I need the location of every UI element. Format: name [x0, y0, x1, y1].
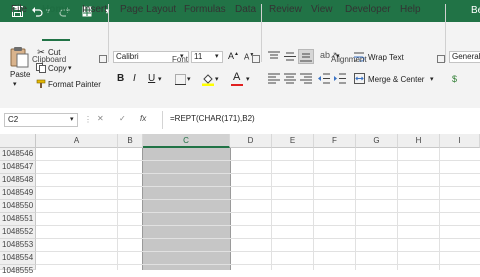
- gridline: [36, 199, 480, 200]
- number-format-combo[interactable]: General: [449, 51, 480, 63]
- tab-file[interactable]: File: [11, 4, 27, 15]
- paste-button[interactable]: [8, 46, 30, 68]
- font-group-label: Font: [172, 55, 189, 64]
- merge-center-icon[interactable]: [354, 73, 365, 84]
- account-name[interactable]: Be: [471, 5, 480, 16]
- font-size-dropdown-icon[interactable]: ▾: [215, 52, 219, 60]
- italic-button[interactable]: I: [133, 73, 136, 84]
- alignment-group-label: Alignment: [331, 55, 367, 64]
- name-box[interactable]: C2: [4, 113, 78, 127]
- font-color-button[interactable]: A: [233, 71, 240, 83]
- column-header-g[interactable]: G: [356, 134, 398, 148]
- clipboard-group-label: Clipboard: [32, 55, 67, 64]
- align-right-icon[interactable]: [300, 73, 312, 84]
- name-box-dropdown-icon[interactable]: ▾: [70, 115, 74, 123]
- copy-dropdown-icon[interactable]: ▾: [68, 64, 72, 72]
- tab-view[interactable]: View: [311, 4, 333, 15]
- alignment-dialog-launcher[interactable]: [437, 55, 445, 63]
- tab-formulas[interactable]: Formulas: [184, 4, 226, 15]
- group-separator: [108, 4, 109, 62]
- paste-label[interactable]: Paste: [10, 70, 30, 79]
- column-header-i[interactable]: I: [440, 134, 480, 148]
- row-header[interactable]: 1048552: [0, 226, 36, 239]
- wrap-text-button[interactable]: Wrap Text: [368, 53, 404, 62]
- copy-icon[interactable]: [36, 63, 46, 73]
- underline-dropdown-icon[interactable]: ▾: [158, 75, 162, 83]
- gridline: [36, 173, 480, 174]
- grow-font-button[interactable]: A▲: [228, 51, 239, 61]
- tab-data[interactable]: Data: [235, 4, 256, 15]
- gridline: [36, 251, 480, 252]
- column-header-b[interactable]: B: [118, 134, 143, 148]
- enter-entry-button[interactable]: ✓: [119, 114, 126, 123]
- column-header-a[interactable]: A: [36, 134, 118, 148]
- group-separator: [445, 4, 446, 62]
- tab-insert[interactable]: Insert: [82, 4, 107, 15]
- select-all-corner[interactable]: [0, 134, 36, 148]
- format-painter-icon[interactable]: [36, 79, 46, 89]
- format-painter-button[interactable]: Format Painter: [48, 80, 101, 89]
- tab-home[interactable]: Home: [42, 4, 70, 15]
- bold-button[interactable]: B: [117, 73, 124, 84]
- active-tab-indicator: [42, 39, 70, 41]
- row-header[interactable]: 1048549: [0, 187, 36, 200]
- row-header[interactable]: 1048548: [0, 174, 36, 187]
- gridline: [36, 186, 480, 187]
- row-header[interactable]: 1048553: [0, 239, 36, 252]
- align-center-icon[interactable]: [284, 73, 296, 84]
- group-separator: [261, 4, 262, 62]
- row-header[interactable]: 1048551: [0, 213, 36, 226]
- formula-input[interactable]: =REPT(CHAR(171),B2): [170, 114, 255, 123]
- underline-button[interactable]: U: [148, 73, 155, 84]
- decrease-indent-icon[interactable]: [318, 73, 330, 84]
- fill-color-dropdown-icon[interactable]: ▾: [215, 75, 219, 83]
- paste-dropdown-icon[interactable]: ▾: [13, 80, 17, 88]
- accounting-format-icon[interactable]: $: [452, 74, 457, 84]
- row-header[interactable]: 1048550: [0, 200, 36, 213]
- row-header[interactable]: 1048555: [0, 265, 36, 275]
- row-header[interactable]: 1048547: [0, 161, 36, 174]
- copy-button[interactable]: Copy: [48, 64, 67, 73]
- tab-page-layout[interactable]: Page Layout: [120, 4, 176, 15]
- tab-help[interactable]: Help: [400, 4, 421, 15]
- align-bottom-icon: [300, 51, 312, 62]
- align-left-icon[interactable]: [268, 73, 280, 84]
- borders-icon[interactable]: [175, 74, 186, 85]
- row-header[interactable]: 1048554: [0, 252, 36, 265]
- worksheet-grid[interactable]: [0, 132, 480, 270]
- borders-dropdown-icon[interactable]: ▾: [187, 75, 191, 83]
- merge-center-button[interactable]: Merge & Center: [368, 75, 424, 84]
- align-top-icon[interactable]: [268, 51, 280, 62]
- column-header-f[interactable]: F: [314, 134, 356, 148]
- ribbon-tabs: [0, 22, 480, 42]
- gridline: [36, 160, 480, 161]
- gridline: [36, 238, 480, 239]
- gridline: [36, 264, 480, 265]
- tab-review[interactable]: Review: [269, 4, 302, 15]
- font-color-swatch: [231, 84, 243, 86]
- font-color-dropdown-icon[interactable]: ▾: [246, 75, 250, 83]
- cancel-entry-button[interactable]: ✕: [97, 114, 104, 123]
- formula-divider: [162, 111, 163, 129]
- fill-color-icon[interactable]: [202, 73, 214, 86]
- column-header-e[interactable]: E: [272, 134, 314, 148]
- row-header[interactable]: 1048546: [0, 148, 36, 161]
- align-middle-icon[interactable]: [284, 51, 296, 62]
- column-header-c[interactable]: C: [143, 134, 230, 148]
- formula-bar-splitter[interactable]: ⋮: [84, 114, 92, 126]
- increase-indent-icon[interactable]: [334, 73, 346, 84]
- merge-center-dropdown-icon[interactable]: ▾: [430, 75, 434, 83]
- gridline: [36, 212, 480, 213]
- clipboard-dialog-launcher[interactable]: [99, 55, 107, 63]
- column-header-h[interactable]: H: [398, 134, 440, 148]
- insert-function-button[interactable]: fx: [140, 114, 146, 123]
- font-dialog-launcher[interactable]: [252, 55, 260, 63]
- column-header-d[interactable]: D: [230, 134, 272, 148]
- gridline: [36, 225, 480, 226]
- tab-developer[interactable]: Developer: [345, 4, 391, 15]
